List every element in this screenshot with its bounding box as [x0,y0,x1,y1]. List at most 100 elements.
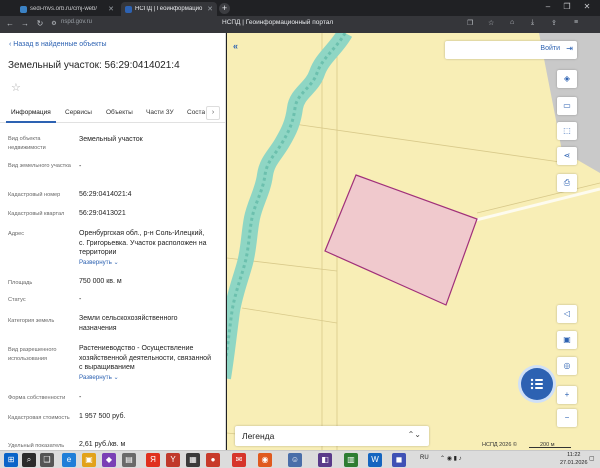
expand-permitted-use-link[interactable]: Развернуть ⌄ [79,373,211,383]
bookmark-icon[interactable]: ❐ [467,19,473,27]
select-area-icon[interactable]: ⬚ [557,122,577,140]
tab-information[interactable]: Информация [11,109,51,116]
minimap-icon[interactable]: ▣ [557,331,577,349]
tabs-scroll-right-icon[interactable]: › [206,106,220,120]
app-icon[interactable]: ◧ [318,453,332,467]
print-icon[interactable]: ⎙ [557,174,577,192]
expand-address-link[interactable]: Развернуть ⌄ [79,258,211,268]
tab-parts[interactable]: Части ЗУ [146,109,174,116]
app-icon[interactable]: ▤ [122,453,136,467]
login-button[interactable]: Войти ⇥ [445,41,577,59]
address-bar-url[interactable]: nspd.gov.ru [61,19,92,25]
field-label-area: Площадь [8,280,33,286]
browser-tab-nspd[interactable]: НСПД | Геоинформацио ✕ [121,2,217,16]
browser-tab-sedi[interactable]: sedi-mvs.orb.ru/cmj-web/ ✕ [16,2,118,16]
chevron-down-icon: ⌄ [113,258,119,266]
basemap-icon[interactable]: ▭ [557,97,577,115]
site-info-icon[interactable]: ⚙ [48,18,60,30]
maximize-icon[interactable]: ❐ [560,2,574,11]
field-value-cadastral-quarter[interactable]: 56:29:0413021 [79,209,211,219]
chevron-down-icon: ⌄ [113,373,119,381]
field-label-ownership: Форма собственности [8,395,66,401]
app-icon[interactable]: ● [206,453,220,467]
menu-icon[interactable]: ≡ [574,19,578,26]
login-arrow-icon: ⇥ [566,44,573,53]
measure-icon[interactable]: ◁ [557,305,577,323]
back-arrow-icon[interactable]: ← [4,18,16,30]
tab-label: sedi-mvs.orb.ru/cmj-web/ [30,6,98,12]
extensions-icon[interactable]: ☆ [488,19,494,27]
reload-icon[interactable]: ↻ [34,18,46,30]
map-copyright: НСПД 2026 © [482,442,517,448]
site-favicon-icon [20,5,27,13]
object-title: Земельный участок: 56:29:0414021:4 [8,60,180,71]
browser-toolbar: ← → ↻ ⚙ nspd.gov.ru НСПД | Геоинформацио… [0,16,600,33]
app-icon[interactable]: W [368,453,382,467]
object-info-panel: ‹ Назад в найденные объекты Земельный уч… [0,33,226,450]
tray-icons[interactable]: ⌃ ◉ ▮ ♪ [440,455,462,462]
forward-arrow-icon[interactable]: → [19,18,31,30]
tab-composition[interactable]: Состав [187,109,205,116]
downloads-icon[interactable]: ⤓ [531,19,534,27]
field-value-unit-value: 2,61 руб./кв. м [79,441,126,448]
edge-icon[interactable]: e [62,453,76,467]
yandex-icon[interactable]: Я [146,453,160,467]
menu-list-button[interactable] [521,368,553,400]
close-window-icon[interactable]: ✕ [580,2,594,11]
app-icon[interactable]: ☺ [288,453,302,467]
tab-services[interactable]: Сервисы [65,109,92,116]
clock-time: 11:22 [567,452,581,458]
yandex-browser-icon[interactable]: Y [166,453,180,467]
clock-date: 27.01.2026 [560,459,588,466]
field-label-cadastral-quarter: Кадастровый квартал [8,211,65,217]
field-value-cadastral-number[interactable]: 56:29:0414021:4 [79,190,211,200]
task-view-icon[interactable]: ❑ [40,453,54,467]
chevron-updown-icon: ⌃⌄ [407,430,421,439]
app-icon[interactable]: ▦ [186,453,200,467]
zoom-out-button[interactable]: − [557,409,577,427]
search-icon[interactable]: ⌕ [22,453,36,467]
info-tabs: Информация Сервисы Объекты Части ЗУ Сост… [0,104,225,123]
map-view[interactable]: « Войти ⇥ ◈ ▭ ⬚ ⋖ ⎙ ◁ ▣ ◎ + − Легенда ⌃⌄… [227,33,600,450]
start-icon[interactable]: ⊞ [4,453,18,467]
field-value-area: 750 000 кв. м [79,278,122,285]
language-indicator[interactable]: RU [420,455,429,461]
river [227,33,353,380]
favorite-star-icon[interactable]: ☆ [11,81,21,94]
new-tab-button[interactable]: + [219,3,230,14]
app-icon[interactable]: ◉ [258,453,272,467]
legend-dropdown[interactable]: Легенда ⌃⌄ [235,426,429,446]
road [471,187,600,223]
clock[interactable]: 11:22 27.01.2026 [560,452,588,467]
notifications-icon[interactable]: ▢ [589,455,595,462]
bookmarks-bar-icon[interactable]: ⌂ [510,19,514,26]
permitted-use-text: Растениеводство - Осуществление хозяйств… [79,345,211,371]
close-tab-icon[interactable]: ✕ [108,5,114,13]
field-label-address: Адрес [8,231,25,237]
explorer-icon[interactable]: ▣ [82,453,96,467]
tab-objects[interactable]: Объекты [106,109,133,116]
layers-icon[interactable]: ◈ [557,70,577,88]
minimize-icon[interactable]: – [541,2,555,11]
app-icon[interactable]: ▥ [344,453,358,467]
field-label-status: Статус [8,297,26,303]
zoom-in-button[interactable]: + [557,386,577,404]
field-label-land-category: Категория земель [8,318,55,324]
app-icon[interactable]: ◼ [392,453,406,467]
active-tab-indicator [6,121,56,123]
expand-label: Развернуть [79,373,112,381]
back-to-results-link[interactable]: ‹ Назад в найденные объекты [9,41,107,48]
share-map-icon[interactable]: ⋖ [557,147,577,165]
field-label-object-type: Вид объекта недвижимости [8,136,46,151]
collapse-panel-icon[interactable]: « [233,41,238,51]
app-icon[interactable]: ✉ [232,453,246,467]
share-icon[interactable]: ⇪ [551,19,557,27]
app-icon[interactable]: ◆ [102,453,116,467]
geolocate-icon[interactable]: ◎ [557,357,577,375]
tab-overflow-icon[interactable] [1,2,9,16]
browser-tab-strip: sedi-mvs.orb.ru/cmj-web/ ✕ НСПД | Геоинф… [0,0,600,16]
field-value-object-type: Земельный участок [79,136,143,143]
close-tab-icon[interactable]: ✕ [207,5,213,13]
selected-parcel[interactable] [324,174,478,306]
address-text: Оренбургская обл., р-н Соль-Илецкий, с. … [79,230,207,256]
